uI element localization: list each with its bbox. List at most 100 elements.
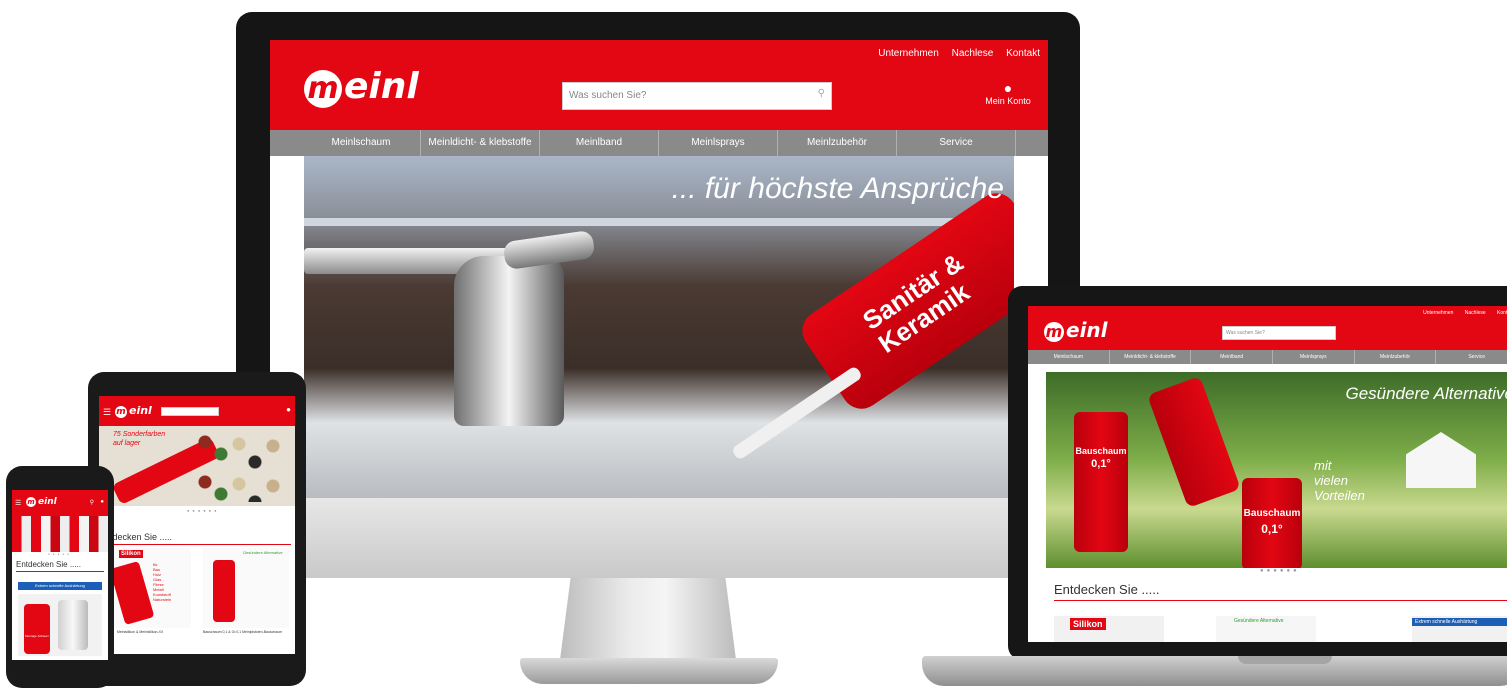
laptop-link-nachlese[interactable]: Nachlese bbox=[1465, 310, 1486, 316]
monitor-stand bbox=[560, 578, 736, 660]
laptop-hero-banner[interactable]: Gesündere Alternative mit vielen Vorteil… bbox=[1046, 372, 1507, 568]
phone-screen: ☰ m einl ⚲ ● ●●●●● Entdecken Sie ..... Ex… bbox=[12, 490, 108, 660]
tablet-silikon-tube bbox=[109, 560, 155, 626]
logo-text: einl bbox=[344, 66, 419, 107]
tablet-section-title: ntdecken Sie ..... bbox=[105, 532, 291, 545]
tablet-logo-text: einl bbox=[129, 404, 152, 417]
tablet-foam-can bbox=[213, 560, 235, 622]
monitor-chin bbox=[236, 496, 1080, 578]
laptop-nav-meinlzubehoer[interactable]: Meinlzubehör bbox=[1355, 350, 1437, 364]
link-unternehmen[interactable]: Unternehmen bbox=[878, 48, 939, 59]
monitor-base bbox=[520, 658, 778, 684]
tablet-product-foam[interactable]: Gesündere Alternative bbox=[203, 548, 289, 628]
foam-can-1-value: 0,1° bbox=[1091, 458, 1111, 470]
laptop-logo-m-icon: m bbox=[1044, 322, 1064, 342]
phone-logo[interactable]: m einl bbox=[26, 497, 57, 507]
tablet-product-words: für Bau Holz Glas Fliese Metall Kunststo… bbox=[153, 562, 171, 602]
tablet-silikon-badge: Silikon bbox=[119, 550, 143, 558]
foam-can-2: Bauschaum 0,1° bbox=[1242, 478, 1302, 568]
laptop-nav-meinlschaum[interactable]: Meinlschaum bbox=[1028, 350, 1110, 364]
phone-slider-dots[interactable]: ●●●●● bbox=[48, 552, 72, 556]
tablet-hero-text: 75 Sonderfarben auf lager bbox=[113, 430, 165, 448]
tube-nozzle bbox=[730, 365, 864, 461]
laptop-hero-sub-1: mit bbox=[1314, 458, 1332, 473]
laptop-section-title: Entdecken Sie ..... bbox=[1054, 582, 1507, 601]
phone-search-icon[interactable]: ⚲ bbox=[90, 499, 94, 506]
phone-product-tool bbox=[58, 600, 88, 650]
phone-product-tile[interactable]: Montage-Schaum bbox=[18, 594, 102, 656]
tablet-logo-m-icon: m bbox=[115, 406, 127, 418]
tablet-caption-1: Meinlsilikon & Meinlsilikon-XX bbox=[117, 630, 164, 634]
nav-item-meinlband[interactable]: Meinlband bbox=[540, 130, 659, 156]
phone-menu-icon[interactable]: ☰ bbox=[15, 499, 21, 507]
site-header: Unternehmen Nachlese Kontakt m einl Was s… bbox=[270, 40, 1048, 130]
tablet-search-input[interactable] bbox=[161, 407, 219, 416]
laptop-notch bbox=[1238, 656, 1332, 664]
tablet-hero-banner[interactable]: 75 Sonderfarben auf lager bbox=[99, 426, 295, 506]
laptop-nav: Meinlschaum Meinldicht- & klebstoffe Mei… bbox=[1028, 350, 1507, 364]
tablet-caption-2: Bauschaum 0,1 & Gr.0,1 Meinlpistolen-Bau… bbox=[203, 630, 283, 634]
nav-item-meinlschaum[interactable]: Meinlschaum bbox=[302, 130, 421, 156]
tablet-logo[interactable]: m einl bbox=[115, 404, 152, 418]
foam-can-2-label: Bauschaum bbox=[1243, 508, 1301, 519]
top-links: Unternehmen Nachlese Kontakt bbox=[868, 48, 1040, 59]
laptop-header: Unternehmen Nachlese Kontakt meinl Was s… bbox=[1028, 306, 1507, 350]
phone-user-icon[interactable]: ● bbox=[100, 499, 104, 505]
phone-header: ☰ m einl ⚲ ● bbox=[12, 490, 108, 516]
house-illustration bbox=[1406, 432, 1476, 488]
search-input[interactable]: Was suchen Sie? ⚲ bbox=[562, 82, 832, 110]
laptop-blue-banner: Extrem schnelle Aushärtung bbox=[1412, 618, 1507, 626]
laptop-nav-service[interactable]: Service bbox=[1436, 350, 1507, 364]
laptop-base bbox=[922, 656, 1507, 686]
desktop-hero-banner[interactable]: Sanitär & Keramik ... für höchste Ansprüc… bbox=[304, 156, 1014, 498]
laptop-nav-meinlsprays[interactable]: Meinlsprays bbox=[1273, 350, 1355, 364]
nav-item-dichtstoffe[interactable]: Meinldicht- & klebstoffe bbox=[421, 130, 540, 156]
phone-logo-text: einl bbox=[38, 497, 57, 507]
phone-section-title: Entdecken Sie ..... bbox=[16, 560, 104, 572]
nav-item-meinlsprays[interactable]: Meinlsprays bbox=[659, 130, 778, 156]
foam-gun-can bbox=[1147, 376, 1241, 508]
faucet-body bbox=[454, 256, 564, 426]
laptop-nav-dichtstoffe[interactable]: Meinldicht- & klebstoffe bbox=[1110, 350, 1192, 364]
nav-item-service[interactable]: Service bbox=[897, 130, 1016, 156]
tablet-header: ☰ m einl ● bbox=[99, 396, 295, 426]
link-kontakt[interactable]: Kontakt bbox=[1006, 48, 1040, 59]
tablet-green-label: Gesündere Alternative bbox=[243, 550, 283, 555]
link-nachlese[interactable]: Nachlese bbox=[952, 48, 994, 59]
search-icon[interactable]: ⚲ bbox=[818, 88, 825, 99]
laptop-link-kontakt[interactable]: Kontakt bbox=[1497, 310, 1507, 316]
phone-hero-banner[interactable] bbox=[12, 516, 108, 552]
laptop-product-tile-1[interactable]: Silikon bbox=[1054, 616, 1164, 642]
tablet-hero-text-2: auf lager bbox=[113, 440, 141, 447]
phone-can-label: Montage-Schaum bbox=[25, 634, 49, 638]
foam-can-2-value: 0,1° bbox=[1261, 522, 1283, 536]
laptop-top-links: Unternehmen Nachlese Kontakt bbox=[1413, 310, 1507, 316]
tablet-slider-dots[interactable]: ●●●●●● bbox=[187, 508, 220, 513]
tablet-menu-icon[interactable]: ☰ bbox=[103, 407, 111, 418]
account-button[interactable]: ● Mein Konto bbox=[978, 80, 1038, 106]
laptop-slider-dots[interactable]: ●●●●●● bbox=[1260, 568, 1300, 574]
phone-product-can: Montage-Schaum bbox=[24, 604, 50, 654]
laptop-product-tile-3[interactable]: Extrem schnelle Aushärtung bbox=[1412, 616, 1507, 642]
laptop-search-input[interactable]: Was suchen Sie? bbox=[1222, 326, 1336, 340]
tablet-product-silikon[interactable]: Silikon für Bau Holz Glas Fliese Metall … bbox=[109, 548, 191, 628]
desktop-screen: Unternehmen Nachlese Kontakt m einl Was s… bbox=[270, 40, 1048, 498]
laptop-green-label: Gesündere Alternative bbox=[1234, 618, 1284, 624]
tablet-account-icon[interactable]: ● bbox=[286, 405, 291, 414]
nav-item-meinlzubehoer[interactable]: Meinlzubehör bbox=[778, 130, 897, 156]
laptop-hero-sub-3: Vorteilen bbox=[1314, 488, 1365, 503]
main-nav: Meinlschaum Meinldicht- & klebstoffe Mei… bbox=[270, 130, 1048, 156]
tablet-color-swatches bbox=[195, 432, 291, 502]
laptop-hero-sub-2: vielen bbox=[1314, 473, 1348, 488]
sink-edge bbox=[304, 218, 1014, 226]
laptop-product-tile-2[interactable]: Gesündere Alternative bbox=[1216, 616, 1316, 642]
laptop-nav-meinlband[interactable]: Meinlband bbox=[1191, 350, 1274, 364]
faucet-handle bbox=[502, 229, 596, 271]
laptop-link-unternehmen[interactable]: Unternehmen bbox=[1423, 310, 1453, 316]
user-icon: ● bbox=[1003, 80, 1013, 96]
laptop-logo[interactable]: m einl bbox=[1044, 318, 1108, 342]
account-label: Mein Konto bbox=[985, 96, 1031, 106]
phone-blue-banner: Extrem schnelle Aushärtung bbox=[18, 582, 102, 590]
logo[interactable]: m einl bbox=[304, 66, 419, 108]
laptop-search-placeholder: Was suchen Sie? bbox=[1226, 330, 1265, 336]
